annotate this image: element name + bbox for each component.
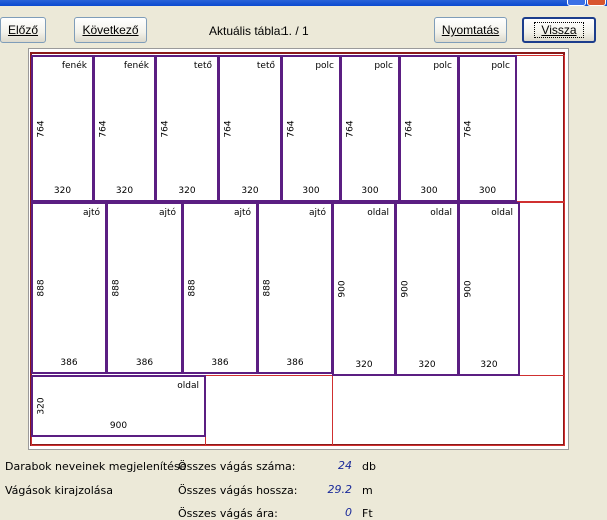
piece-height: 764	[346, 119, 356, 138]
cut-count-label: Összes vágás száma:	[178, 460, 296, 473]
cut-length-label: Összes vágás hossza:	[178, 484, 298, 497]
cut-piece[interactable]: tető 764 320	[218, 55, 282, 202]
piece-height: 764	[37, 119, 47, 138]
piece-name: polc	[491, 61, 510, 71]
piece-width: 900	[109, 421, 128, 431]
piece-width: 386	[60, 358, 78, 368]
piece-height: 900	[338, 280, 348, 298]
cut-piece[interactable]: fenék 764 320	[93, 55, 156, 202]
cut-piece[interactable]: polc 764 300	[340, 55, 400, 202]
piece-width: 300	[478, 186, 497, 196]
piece-name: oldal	[491, 208, 513, 218]
piece-width: 320	[53, 186, 72, 196]
title-bar	[0, 0, 607, 6]
cut-piece[interactable]: fenék 764 320	[31, 55, 94, 202]
piece-name: ajtó	[308, 208, 326, 218]
cut-count-value: 24	[338, 459, 352, 472]
piece-height: 900	[401, 280, 411, 298]
cut-piece[interactable]: ajtó 888 386	[106, 202, 183, 374]
cut-price-value: 0	[345, 506, 352, 519]
prev-button-label: Előző	[7, 23, 39, 37]
piece-name: fenék	[61, 61, 87, 71]
piece-height: 888	[263, 279, 273, 297]
close-icon[interactable]	[587, 0, 606, 6]
piece-width: 320	[241, 186, 259, 196]
piece-width: 320	[178, 186, 196, 196]
prev-button[interactable]: Előző	[0, 17, 46, 43]
piece-height: 764	[224, 119, 234, 138]
piece-name: polc	[433, 61, 452, 71]
maximize-icon[interactable]	[567, 0, 586, 6]
next-button-label: Következő	[82, 23, 139, 37]
cut-piece[interactable]: ajtó 888 386	[182, 202, 258, 374]
cut-piece[interactable]: ajtó 888 386	[257, 202, 333, 374]
piece-name: fenék	[123, 61, 149, 71]
cut-piece[interactable]: oldal 900 320	[458, 202, 520, 376]
piece-height: 764	[287, 119, 297, 138]
piece-height: 764	[464, 119, 474, 138]
piece-height: 888	[37, 279, 47, 297]
offcut-cell	[205, 375, 333, 446]
piece-height: 888	[188, 279, 198, 297]
piece-height: 764	[405, 119, 415, 138]
piece-name: polc	[315, 61, 334, 71]
piece-name: oldal	[367, 208, 389, 218]
back-button-label: Vissza	[534, 22, 584, 38]
cut-piece[interactable]: ajtó 888 386	[31, 202, 107, 374]
piece-width: 300	[302, 186, 320, 196]
piece-name: oldal	[177, 381, 199, 391]
piece-height: 888	[112, 279, 122, 297]
piece-name: tető	[256, 61, 275, 71]
current-table-label: Aktuális tábla:	[209, 24, 284, 38]
piece-width: 300	[420, 186, 438, 196]
cut-price-unit: Ft	[362, 507, 373, 520]
cut-piece[interactable]: polc 764 300	[281, 55, 341, 202]
cut-count-unit: db	[362, 460, 376, 473]
cut-piece[interactable]: oldal 900 320	[395, 202, 459, 376]
piece-height: 900	[464, 280, 474, 298]
offcut-cell	[332, 375, 565, 446]
cut-piece[interactable]: polc 764 300	[458, 55, 517, 202]
cut-piece[interactable]: oldal 900 320	[332, 202, 396, 376]
piece-width: 320	[355, 360, 373, 370]
piece-width: 320	[115, 186, 134, 196]
piece-name: ajtó	[158, 208, 176, 218]
offcut-cell	[516, 55, 565, 202]
piece-name: ajtó	[82, 208, 100, 218]
piece-width: 386	[135, 358, 154, 368]
cut-piece[interactable]: tető 764 320	[155, 55, 219, 202]
piece-name: oldal	[430, 208, 452, 218]
piece-width: 386	[211, 358, 229, 368]
piece-height: 764	[99, 119, 109, 138]
piece-width: 300	[361, 186, 379, 196]
piece-name: polc	[374, 61, 393, 71]
show-names-option[interactable]: Darabok neveinek megjelenítése	[5, 460, 186, 473]
cut-piece[interactable]: oldal 320 900	[31, 375, 206, 437]
cut-price-label: Összes vágás ára:	[178, 507, 278, 520]
piece-name: tető	[193, 61, 212, 71]
draw-cuts-option[interactable]: Vágások kirajzolása	[5, 484, 113, 497]
piece-width: 320	[418, 360, 436, 370]
piece-width: 320	[480, 360, 498, 370]
cut-length-unit: m	[362, 484, 373, 497]
piece-name: ajtó	[233, 208, 251, 218]
current-table-value: 1. / 1	[282, 24, 309, 38]
next-button[interactable]: Következő	[74, 17, 147, 43]
print-button[interactable]: Nyomtatás	[434, 17, 507, 43]
cut-piece[interactable]: polc 764 300	[399, 55, 459, 202]
piece-width: 386	[286, 358, 304, 368]
cut-length-value: 29.2	[327, 483, 353, 496]
piece-height: 764	[161, 119, 171, 138]
print-button-label: Nyomtatás	[441, 23, 500, 37]
piece-height: 320	[37, 397, 47, 415]
offcut-cell	[519, 202, 565, 376]
back-button[interactable]: Vissza	[522, 17, 596, 43]
offcut-cell	[31, 436, 206, 446]
